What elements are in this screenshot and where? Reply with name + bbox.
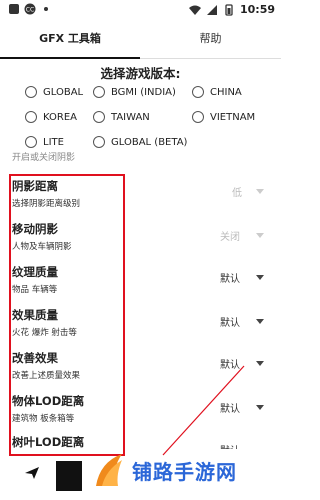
- watermark-text: 铺路手游网: [132, 459, 237, 484]
- texture-quality-dropdown[interactable]: 默认: [220, 270, 240, 285]
- chevron-down-icon: [256, 233, 264, 238]
- setting-texture-quality: 纹理质量 物品 车辆等: [12, 265, 58, 295]
- effect-quality-dropdown[interactable]: 默认: [220, 314, 240, 329]
- watermark-logo-icon: [96, 454, 122, 486]
- chevron-down-icon[interactable]: [256, 361, 264, 366]
- setting-object-lod: 物体LOD距离 建筑物 板条箱等: [12, 394, 85, 424]
- chevron-down-icon[interactable]: [256, 405, 264, 410]
- setting-moving-shadow: 移动阴影 人物及车辆阴影: [12, 222, 72, 252]
- chevron-down-icon[interactable]: [256, 275, 264, 280]
- improve-effects-dropdown[interactable]: 默认: [220, 356, 240, 371]
- object-lod-dropdown[interactable]: 默认: [220, 400, 240, 415]
- chevron-down-icon: [256, 189, 264, 194]
- setting-improve-effects: 改善效果 改善上述质量效果: [12, 351, 81, 381]
- setting-shadow-distance: 阴影距离 选择阴影距离级别: [12, 179, 81, 209]
- app-icon[interactable]: [56, 461, 82, 491]
- setting-effect-quality: 效果质量 火花 爆炸 射击等: [12, 308, 77, 338]
- setting-foliage-lod: 树叶LOD距离: [12, 435, 85, 449]
- chevron-down-icon[interactable]: [256, 319, 264, 324]
- watermark: 铺路手游网: [92, 452, 237, 488]
- foliage-lod-dropdown[interactable]: 默认: [220, 442, 240, 449]
- send-icon[interactable]: [24, 466, 40, 480]
- moving-shadow-value: 关闭: [220, 232, 240, 243]
- shadow-distance-value: 低: [232, 188, 242, 199]
